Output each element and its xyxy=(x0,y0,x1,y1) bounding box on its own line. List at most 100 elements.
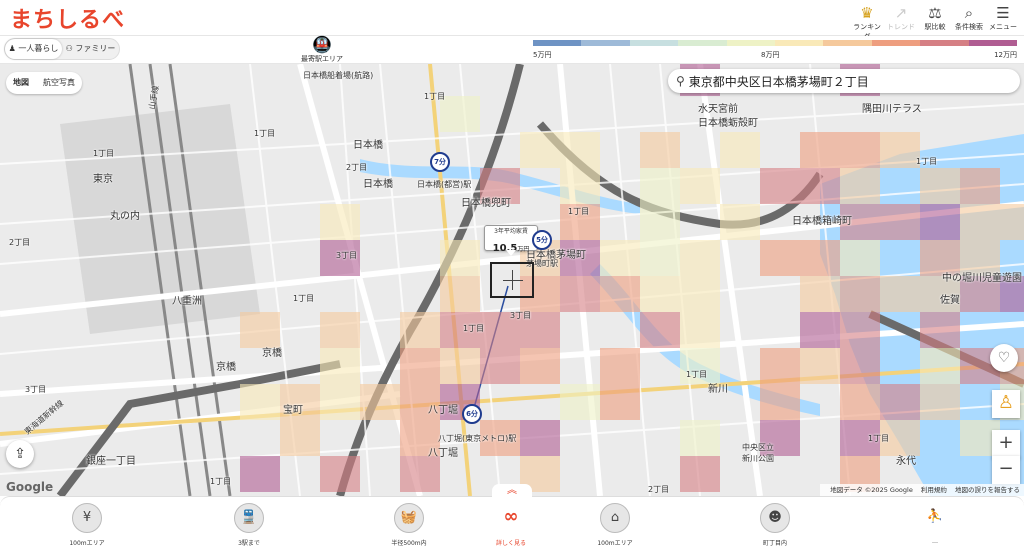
walk-time-badge[interactable]: 5分 xyxy=(532,230,552,250)
tab-park[interactable]: ⛹ … xyxy=(890,503,980,545)
heatmap-cell[interactable] xyxy=(440,276,480,312)
trend-button[interactable]: ↗ トレンド xyxy=(884,4,918,32)
walk-time-badge[interactable]: 6分 xyxy=(462,404,482,424)
heatmap-cell[interactable] xyxy=(520,132,560,168)
heatmap-cell[interactable] xyxy=(320,348,360,384)
heatmap-cell[interactable] xyxy=(920,348,960,384)
heatmap-cell[interactable] xyxy=(840,276,880,312)
heatmap-cell[interactable] xyxy=(600,276,640,312)
favorite-heart-button[interactable]: ♡ xyxy=(990,344,1018,372)
heatmap-cell[interactable] xyxy=(760,168,800,204)
heatmap-cell[interactable] xyxy=(240,456,280,492)
heatmap-cell[interactable] xyxy=(680,420,720,456)
heatmap-cell[interactable] xyxy=(960,168,1000,204)
heatmap-cell[interactable] xyxy=(880,276,920,312)
heatmap-cell[interactable] xyxy=(520,420,560,456)
station-compare-button[interactable]: ⚖ 駅比較 xyxy=(918,4,952,32)
report-error-link[interactable]: 地図の誤りを報告する xyxy=(955,486,1020,494)
map-view[interactable]: 地図 航空写真 ⚲ 東京都中央区日本橋茅場町２丁目 日本橋船着場(航路) 日本橋… xyxy=(0,64,1024,496)
mode-family-button[interactable]: ⚇ ファミリー xyxy=(62,39,119,59)
map-type-satellite-button[interactable]: 航空写真 xyxy=(36,72,82,94)
heatmap-cell[interactable] xyxy=(760,240,800,276)
heatmap-cell[interactable] xyxy=(520,348,560,384)
heatmap-cell[interactable] xyxy=(680,168,720,204)
heatmap-cell[interactable] xyxy=(240,384,280,420)
heatmap-cell[interactable] xyxy=(920,204,960,240)
heatmap-cell[interactable] xyxy=(640,240,680,276)
tab-see-details[interactable]: ∞ 詳しく見る xyxy=(466,503,556,547)
heatmap-cell[interactable] xyxy=(680,240,720,276)
heatmap-cell[interactable] xyxy=(720,204,760,240)
walk-time-badge[interactable]: 7分 xyxy=(430,152,450,172)
logo[interactable]: まちしるべ xyxy=(10,2,125,34)
tab-chome-area[interactable]: ☻ 町丁目内 xyxy=(730,503,820,547)
heatmap-cell[interactable] xyxy=(800,312,840,348)
heatmap-cell[interactable] xyxy=(560,132,600,168)
heatmap-cell[interactable] xyxy=(560,384,600,420)
street-view-pegman[interactable]: ♙ xyxy=(992,390,1020,418)
heatmap-cell[interactable] xyxy=(760,348,800,384)
tab-rent-100m[interactable]: ¥ 100mエリア xyxy=(42,503,132,547)
heatmap-cell[interactable] xyxy=(840,348,880,384)
tab-house-100m[interactable]: ⌂ 100mエリア xyxy=(570,503,660,547)
heatmap-cell[interactable] xyxy=(560,276,600,312)
heatmap-cell[interactable] xyxy=(760,384,800,420)
heatmap-cell[interactable] xyxy=(360,384,400,420)
heatmap-cell[interactable] xyxy=(800,132,840,168)
heatmap-cell[interactable] xyxy=(600,384,640,420)
condition-search-button[interactable]: ⌕ 条件検索 xyxy=(952,4,986,32)
heatmap-cell[interactable] xyxy=(1000,204,1024,240)
nearest-station-area-button[interactable]: 🚇 最寄駅エリア xyxy=(300,36,344,64)
expand-panel-button[interactable]: ︽ xyxy=(492,484,532,498)
heatmap-cell[interactable] xyxy=(800,276,840,312)
heatmap-cell[interactable] xyxy=(400,456,440,492)
heatmap-cell[interactable] xyxy=(680,312,720,348)
mode-single-button[interactable]: ♟ 一人暮らし xyxy=(5,39,62,59)
zoom-in-button[interactable]: + xyxy=(992,430,1020,458)
heatmap-cell[interactable] xyxy=(240,312,280,348)
heatmap-cell[interactable] xyxy=(640,312,680,348)
heatmap-cell[interactable] xyxy=(840,312,880,348)
heatmap-cell[interactable] xyxy=(840,240,880,276)
heatmap-cell[interactable] xyxy=(640,204,680,240)
heatmap-cell[interactable] xyxy=(800,168,840,204)
heatmap-cell[interactable] xyxy=(840,384,880,420)
heatmap-cell[interactable] xyxy=(560,168,600,204)
zoom-out-button[interactable]: − xyxy=(992,456,1020,484)
heatmap-cell[interactable] xyxy=(400,348,440,384)
heatmap-cell[interactable] xyxy=(920,168,960,204)
heatmap-cell[interactable] xyxy=(800,348,840,384)
heatmap-cell[interactable] xyxy=(440,240,480,276)
heatmap-cell[interactable] xyxy=(960,204,1000,240)
heatmap-cell[interactable] xyxy=(400,312,440,348)
heatmap-cell[interactable] xyxy=(920,312,960,348)
heatmap-cell[interactable] xyxy=(440,96,480,132)
address-bar[interactable]: ⚲ 東京都中央区日本橋茅場町２丁目 xyxy=(668,69,1020,93)
menu-button[interactable]: ☰ メニュー xyxy=(986,4,1020,32)
heatmap-cell[interactable] xyxy=(720,132,760,168)
heatmap-cell[interactable] xyxy=(680,276,720,312)
heatmap-cell[interactable] xyxy=(840,132,880,168)
heatmap-cell[interactable] xyxy=(880,132,920,168)
heatmap-cell[interactable] xyxy=(680,456,720,492)
heatmap-cell[interactable] xyxy=(640,276,680,312)
heatmap-cell[interactable] xyxy=(800,240,840,276)
heatmap-cell[interactable] xyxy=(320,456,360,492)
heatmap-cell[interactable] xyxy=(920,384,960,420)
heatmap-cell[interactable] xyxy=(880,384,920,420)
heatmap-cell[interactable] xyxy=(880,204,920,240)
terms-link[interactable]: 利用規約 xyxy=(921,486,947,494)
heatmap-cell[interactable] xyxy=(320,204,360,240)
heatmap-cell[interactable] xyxy=(640,168,680,204)
heatmap-cell[interactable] xyxy=(480,348,520,384)
heatmap-cell[interactable] xyxy=(320,384,360,420)
heatmap-cell[interactable] xyxy=(280,420,320,456)
heatmap-cell[interactable] xyxy=(320,312,360,348)
share-button[interactable]: ⇪ xyxy=(6,440,34,468)
tab-3-stations[interactable]: 🚆 3駅まで xyxy=(204,503,294,547)
heatmap-cell[interactable] xyxy=(600,240,640,276)
map-type-map-button[interactable]: 地図 xyxy=(6,72,36,94)
heatmap-cell[interactable] xyxy=(640,132,680,168)
tab-radius-500m[interactable]: 🧺 半径500m内 xyxy=(364,503,454,547)
heatmap-cell[interactable] xyxy=(840,168,880,204)
